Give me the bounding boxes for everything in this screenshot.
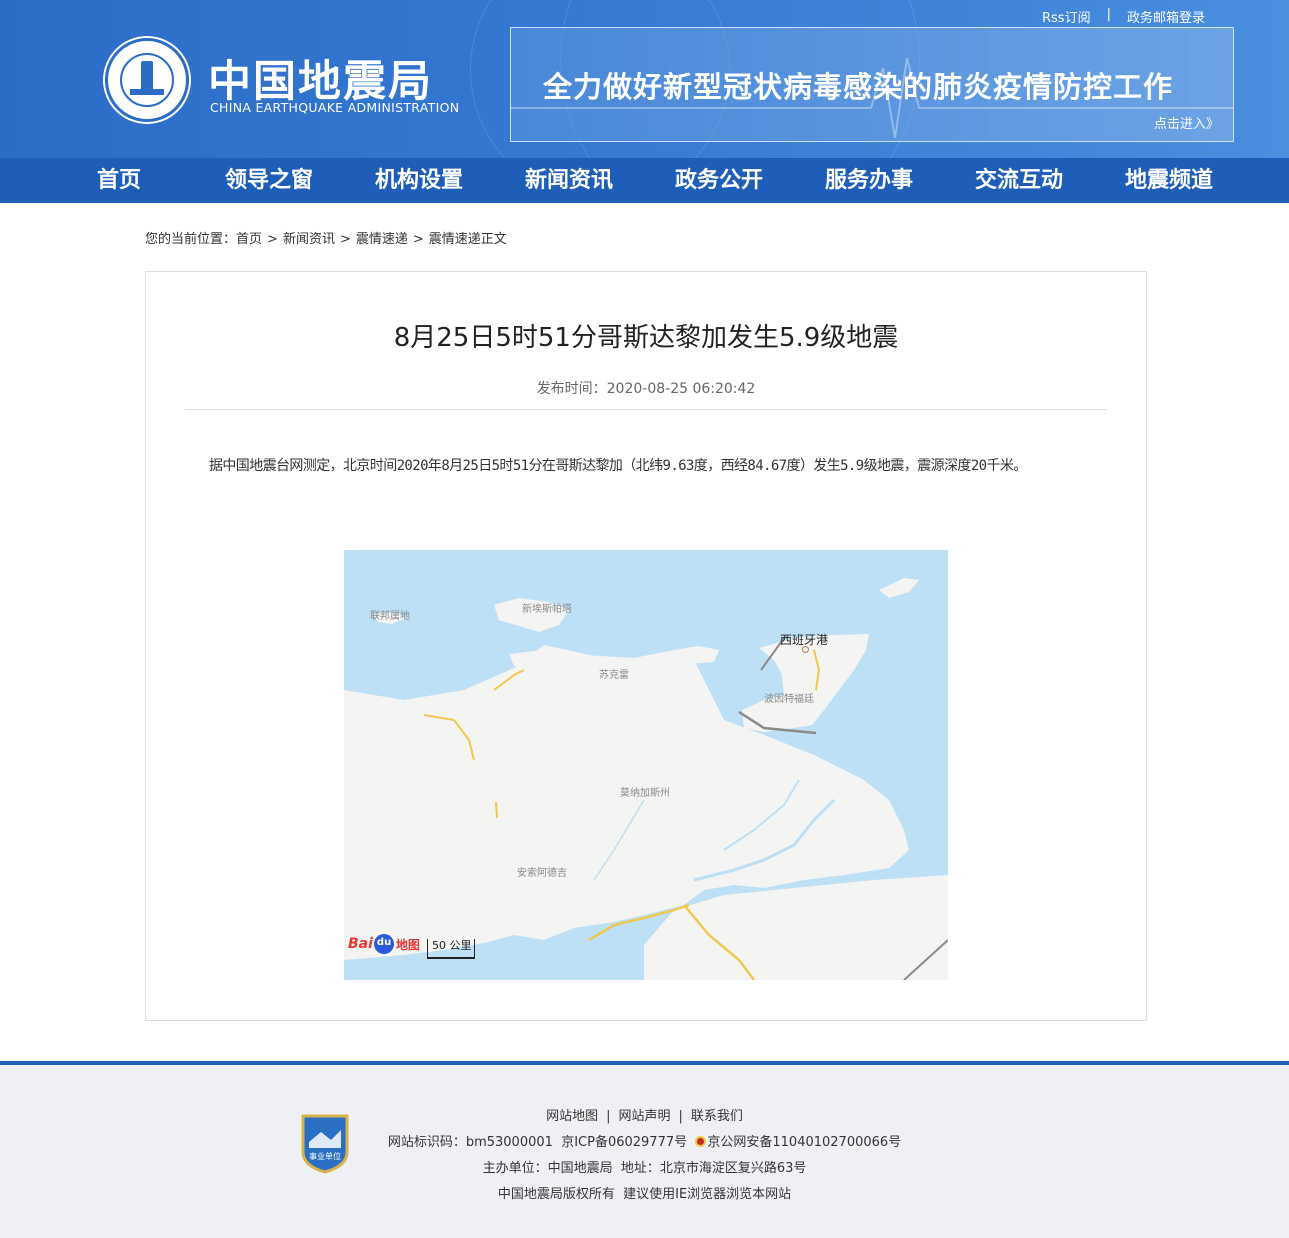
breadcrumb-current[interactable]: 震情速递正文 <box>429 232 507 247</box>
cea-emblem-icon[interactable] <box>105 38 189 122</box>
footer-sitemap-link[interactable]: 网站地图 <box>546 1109 598 1124</box>
site-footer: 事业单位 网站地图 | 网站声明 | 联系我们 网站标识码：bm53000001 京IC… <box>0 1065 1289 1238</box>
map-label-pointe-a-pierre: 波因特福廷 <box>764 694 814 705</box>
top-links: Rss订阅 | 政务邮箱登录 <box>1042 7 1205 26</box>
site-logo-subtitle: CHINA EARTHQUAKE ADMINISTRATION <box>210 100 460 115</box>
baidu-paw-icon <box>373 934 394 954</box>
banner-enter-link[interactable]: 点击进入》 <box>1154 113 1219 132</box>
emblem-base <box>130 89 164 95</box>
breadcrumb-arrow: > <box>339 232 351 247</box>
map-label-nueva-esparta: 新埃斯帕塔 <box>522 604 572 615</box>
footer-site-id: 网站标识码：bm53000001 <box>387 1135 553 1150</box>
map-label-anzoategui: 安索阿德吉 <box>517 868 567 879</box>
nav-item-interaction[interactable]: 交流互动 <box>944 158 1094 203</box>
breadcrumb-arrow: > <box>267 232 278 247</box>
footer-link-separator: | <box>606 1109 611 1124</box>
gov-mail-login-link[interactable]: 政务邮箱登录 <box>1127 7 1205 26</box>
baidu-logo-bai: Bai <box>348 936 373 952</box>
footer-copyright: 中国地震局版权所有 <box>497 1187 615 1202</box>
site-header: 中国地震局 CHINA EARTHQUAKE ADMINISTRATION Rs… <box>0 0 1289 158</box>
top-links-separator: | <box>1106 7 1111 22</box>
breadcrumb-home[interactable]: 首页 <box>236 232 262 247</box>
nav-item-leaders[interactable]: 领导之窗 <box>194 158 344 203</box>
footer-icp-link[interactable]: 京ICP备06029777号 <box>561 1135 687 1150</box>
map-scale-bar: 50 公里 <box>427 939 475 959</box>
map-label-federal-dependencies: 联邦属地 <box>370 611 410 622</box>
nav-item-services[interactable]: 服务办事 <box>794 158 944 203</box>
footer-links: 网站地图 | 网站声明 | 联系我们 <box>0 1105 1289 1124</box>
nav-item-news[interactable]: 新闻资讯 <box>494 158 644 203</box>
nav-item-gov-affairs[interactable]: 政务公开 <box>644 158 794 203</box>
map-city-dot <box>802 646 809 653</box>
footer-police-record-link[interactable]: 京公网安备11040102700066号 <box>707 1135 901 1150</box>
nav-item-organization[interactable]: 机构设置 <box>344 158 494 203</box>
article-body: 据中国地震台网测定，北京时间2020年8月25日5时51分在哥斯达黎加（北纬9.… <box>209 458 1027 474</box>
nav-item-home[interactable]: 首页 <box>44 158 194 203</box>
breadcrumb-news[interactable]: 新闻资讯 <box>283 232 335 247</box>
footer-sponsor: 主办单位：中国地震局 <box>482 1161 613 1176</box>
publish-label: 发布时间： <box>536 381 607 397</box>
baidu-logo-ditu: 地图 <box>395 937 420 952</box>
footer-registration-row: 网站标识码：bm53000001 京ICP备06029777号 京公网安备110… <box>0 1131 1289 1150</box>
rss-link[interactable]: Rss订阅 <box>1042 7 1091 26</box>
publish-info: 发布时间：2020-08-25 06:20:42 <box>146 378 1146 398</box>
footer-statement-link[interactable]: 网站声明 <box>618 1109 670 1124</box>
epicenter-map[interactable]: 联邦属地 新埃斯帕塔 苏克雷 西班牙港 波因特福廷 莫纳加斯州 安索阿德吉 Ba… <box>344 550 948 980</box>
emblem-tower <box>141 61 153 91</box>
breadcrumb-arrow: > <box>412 232 424 247</box>
nav-item-earthquake-channel[interactable]: 地震频道 <box>1094 158 1244 203</box>
map-land-shapes <box>344 578 948 980</box>
footer-link-separator: | <box>678 1109 683 1124</box>
footer-contact-link[interactable]: 联系我们 <box>691 1109 743 1124</box>
map-label-monagas: 莫纳加斯州 <box>620 788 670 799</box>
article-title: 8月25日5时51分哥斯达黎加发生5.9级地震 <box>393 323 899 353</box>
title-divider <box>185 409 1107 410</box>
footer-browser-tip: 建议使用IE浏览器浏览本网站 <box>623 1187 792 1202</box>
breadcrumb: 您的当前位置：首页 > 新闻资讯 > 震情速递 > 震情速递正文 <box>145 228 507 247</box>
map-label-sucre: 苏克雷 <box>599 670 629 681</box>
banner-title: 全力做好新型冠状病毒感染的肺炎疫情防控工作 <box>543 70 1174 104</box>
main-nav: 首页 领导之窗 机构设置 新闻资讯 政务公开 服务办事 交流互动 地震频道 <box>0 158 1289 203</box>
footer-address: 地址：北京市海淀区复兴路63号 <box>620 1161 807 1176</box>
footer-sponsor-row: 主办单位：中国地震局 地址：北京市海淀区复兴路63号 <box>0 1157 1289 1176</box>
publish-time: 2020-08-25 06:20:42 <box>606 381 756 397</box>
epidemic-banner[interactable]: 全力做好新型冠状病毒感染的肺炎疫情防控工作 点击进入》 <box>510 27 1234 142</box>
article-box: 8月25日5时51分哥斯达黎加发生5.9级地震 发布时间：2020-08-25 … <box>145 271 1147 1021</box>
police-badge-icon <box>695 1136 707 1147</box>
breadcrumb-prefix: 您的当前位置： <box>145 232 237 247</box>
breadcrumb-quake-express[interactable]: 震情速递 <box>356 232 408 247</box>
baidu-map-logo[interactable]: Bai 地图 <box>348 931 420 957</box>
footer-copyright-row: 中国地震局版权所有 建议使用IE浏览器浏览本网站 <box>0 1183 1289 1202</box>
